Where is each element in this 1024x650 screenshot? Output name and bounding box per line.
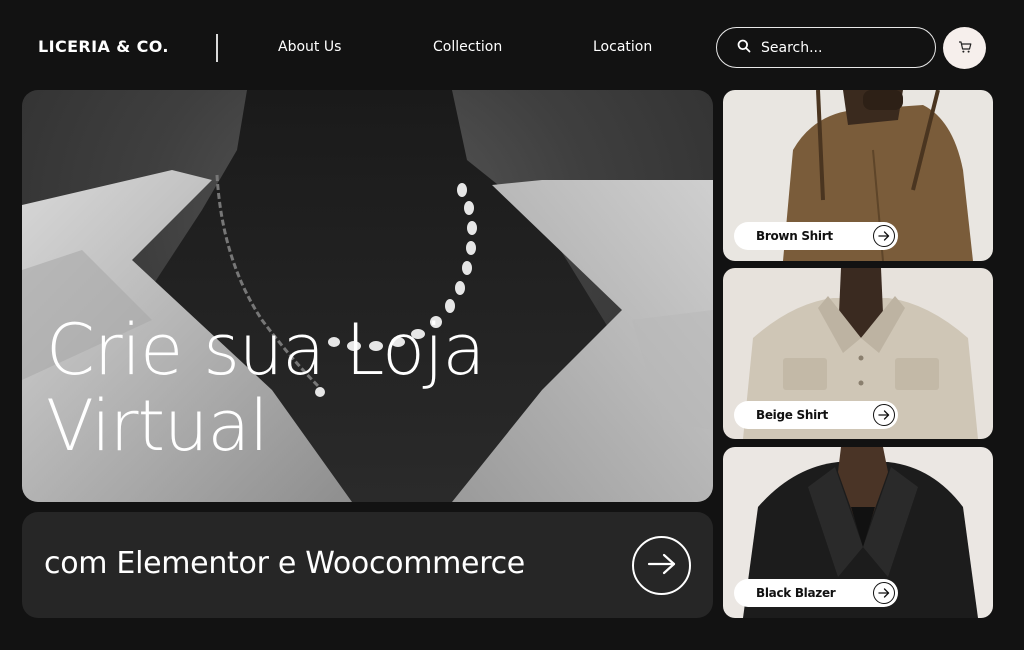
nav-location[interactable]: Location bbox=[593, 39, 652, 55]
product-card-brown-shirt[interactable]: Brown Shirt bbox=[723, 90, 993, 261]
arrow-right-icon[interactable] bbox=[873, 225, 895, 247]
hero-title-line-1: Crie sua Loja bbox=[46, 309, 485, 391]
arrow-right-icon[interactable] bbox=[873, 582, 895, 604]
cart-button[interactable] bbox=[943, 27, 986, 69]
brand-logo[interactable]: LICERIA & CO. bbox=[38, 37, 169, 56]
arrow-right-icon[interactable] bbox=[873, 404, 895, 426]
product-label-pill[interactable]: Beige Shirt bbox=[734, 401, 898, 429]
product-name: Black Blazer bbox=[756, 586, 836, 600]
product-card-beige-shirt[interactable]: Beige Shirt bbox=[723, 268, 993, 439]
product-label-pill[interactable]: Brown Shirt bbox=[734, 222, 898, 250]
hero-banner: Crie sua Loja Virtual bbox=[22, 90, 713, 502]
search-input[interactable] bbox=[761, 39, 921, 56]
nav-collection[interactable]: Collection bbox=[433, 39, 502, 55]
search-box[interactable] bbox=[716, 27, 936, 68]
header-divider bbox=[216, 34, 218, 62]
hero-cta-button[interactable] bbox=[632, 536, 691, 595]
hero-title: Crie sua Loja Virtual bbox=[46, 309, 485, 467]
product-name: Beige Shirt bbox=[756, 408, 828, 422]
hero-subtitle: com Elementor e Woocommerce bbox=[44, 546, 525, 581]
nav-about-us[interactable]: About Us bbox=[278, 39, 341, 55]
arrow-right-icon bbox=[647, 553, 677, 579]
landing-page: LICERIA & CO. About Us Collection Locati… bbox=[0, 0, 1024, 650]
product-card-black-blazer[interactable]: Black Blazer bbox=[723, 447, 993, 618]
cart-icon bbox=[958, 39, 972, 58]
search-icon bbox=[737, 38, 751, 57]
product-label-pill[interactable]: Black Blazer bbox=[734, 579, 898, 607]
hero-title-line-2: Virtual bbox=[46, 385, 269, 467]
subtitle-panel: com Elementor e Woocommerce bbox=[22, 512, 713, 618]
product-name: Brown Shirt bbox=[756, 229, 833, 243]
